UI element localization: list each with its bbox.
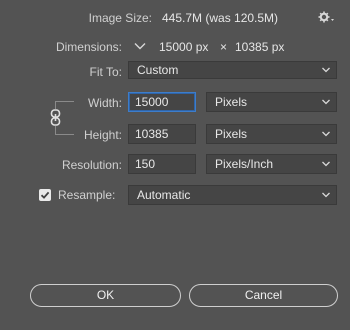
image-size-value: 445.7M (was 120.5M) bbox=[162, 11, 279, 25]
resample-method-select[interactable]: Automatic bbox=[128, 185, 337, 205]
resolution-input[interactable]: 150 bbox=[128, 154, 196, 174]
image-size-label: Image Size: bbox=[88, 11, 152, 25]
resample-checkbox[interactable] bbox=[39, 189, 51, 201]
dimensions-chevron-icon[interactable] bbox=[133, 39, 147, 53]
width-unit-select[interactable]: Pixels bbox=[206, 92, 337, 112]
height-unit-select[interactable]: Pixels bbox=[206, 124, 337, 144]
resample-method-value: Automatic bbox=[137, 188, 191, 202]
link-icon[interactable] bbox=[49, 109, 62, 126]
height-input[interactable]: 10385 bbox=[128, 124, 196, 144]
chevron-down-icon bbox=[322, 131, 330, 137]
checkmark-icon bbox=[40, 191, 50, 199]
width-unit-value: Pixels bbox=[215, 95, 248, 109]
height-label: Height: bbox=[83, 128, 122, 142]
resample-label: Resample: bbox=[58, 188, 116, 202]
width-label: Width: bbox=[87, 96, 122, 110]
resolution-unit-select[interactable]: Pixels/Inch bbox=[206, 154, 337, 174]
resolution-unit-value: Pixels/Inch bbox=[215, 157, 274, 171]
chevron-down-icon bbox=[322, 67, 330, 73]
dimensions-label: Dimensions: bbox=[55, 40, 122, 54]
fit-to-select[interactable]: Custom bbox=[128, 61, 337, 79]
height-unit-value: Pixels bbox=[215, 127, 248, 141]
dimensions-height: 10385 px bbox=[235, 40, 285, 54]
chevron-down-icon bbox=[322, 99, 330, 105]
ok-button[interactable]: OK bbox=[30, 284, 181, 307]
width-input[interactable]: 15000 bbox=[128, 92, 196, 112]
dimensions-width: 15000 px bbox=[159, 40, 209, 54]
dimensions-times: × bbox=[220, 40, 228, 54]
chevron-down-icon bbox=[322, 161, 330, 167]
gear-icon[interactable] bbox=[318, 10, 336, 24]
chevron-down-icon bbox=[322, 192, 330, 198]
fit-to-label: Fit To: bbox=[89, 65, 122, 79]
fit-to-value: Custom bbox=[137, 63, 179, 77]
resolution-label: Resolution: bbox=[61, 158, 122, 172]
cancel-button[interactable]: Cancel bbox=[189, 284, 338, 307]
